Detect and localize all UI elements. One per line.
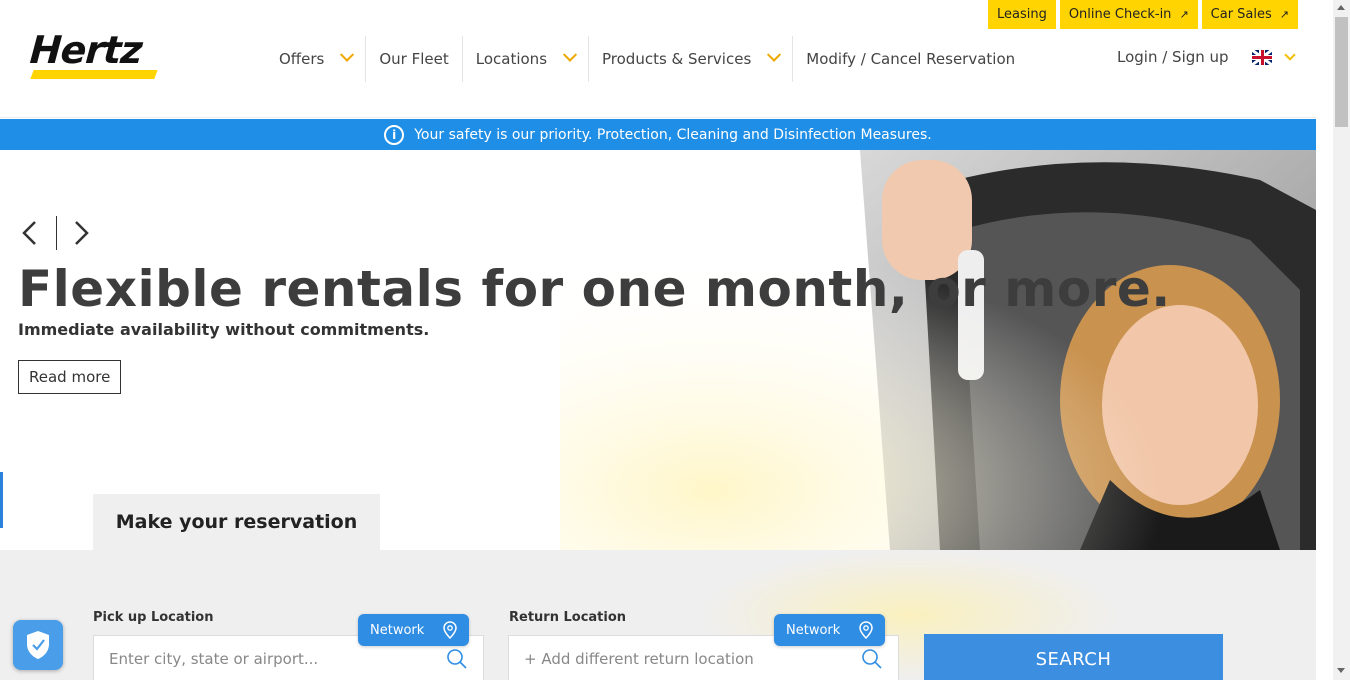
nav-products-services-label: Products & Services: [602, 50, 752, 68]
scrollbar-thumb[interactable]: [1335, 17, 1348, 127]
car-sales-link[interactable]: Car Sales ↗: [1201, 0, 1298, 29]
return-location-input[interactable]: [524, 650, 861, 668]
carousel-prev-button[interactable]: [20, 219, 40, 247]
chevron-down-icon: [340, 47, 355, 62]
shield-check-icon: [27, 631, 49, 659]
logo-text: Hertz: [28, 28, 144, 72]
nav-offers[interactable]: Offers: [266, 36, 365, 82]
hero-carousel: Flexible rentals for one month, or more.…: [0, 150, 1316, 550]
nav-offers-label: Offers: [279, 50, 325, 68]
pickup-network-button[interactable]: Network: [358, 614, 469, 646]
map-pin-icon: [859, 621, 873, 639]
uk-flag-icon: [1252, 50, 1272, 65]
nav-locations[interactable]: Locations: [461, 36, 588, 82]
search-button[interactable]: SEARCH: [924, 634, 1223, 680]
online-checkin-label: Online Check-in: [1068, 7, 1172, 22]
network-label: Network: [370, 622, 425, 638]
hero-title: Flexible rentals for one month, or more.: [18, 260, 1171, 318]
utility-links: Leasing Online Check-in ↗ Car Sales ↗: [987, 0, 1298, 29]
info-icon: i: [384, 124, 405, 145]
online-checkin-link[interactable]: Online Check-in ↗: [1059, 0, 1198, 29]
pickup-location-label: Pick up Location: [93, 610, 214, 625]
chevron-down-icon: [562, 47, 578, 62]
nav-our-fleet-label: Our Fleet: [379, 50, 449, 68]
hero-photo: [560, 150, 1316, 550]
search-icon[interactable]: [446, 648, 468, 670]
side-feedback-tab[interactable]: [0, 472, 3, 528]
leasing-link[interactable]: Leasing: [987, 0, 1056, 29]
map-pin-icon: [443, 621, 457, 639]
return-location-label: Return Location: [509, 610, 627, 625]
safety-banner[interactable]: i Your safety is our priority. Protectio…: [0, 119, 1316, 150]
external-link-icon: ↗: [1279, 8, 1289, 21]
booking-panel: Pick up Location Network Return Location…: [0, 550, 1316, 680]
nav-products-services[interactable]: Products & Services: [588, 36, 792, 82]
read-more-button[interactable]: Read more: [18, 360, 122, 394]
safety-banner-text: Your safety is our priority. Protection,…: [414, 126, 932, 143]
chevron-left-icon: [22, 221, 36, 245]
scroll-up-arrow-icon[interactable]: [1337, 5, 1345, 10]
language-selector[interactable]: [1252, 49, 1296, 65]
main-nav: Offers Our Fleet Locations Products & Se…: [266, 36, 1028, 82]
chevron-right-icon: [75, 221, 89, 245]
external-link-icon: ↗: [1179, 8, 1189, 21]
nav-locations-label: Locations: [475, 50, 548, 68]
pickup-location-input[interactable]: [109, 650, 446, 668]
chevron-down-icon: [1284, 49, 1296, 61]
chevron-down-icon: [767, 47, 782, 62]
hero-subtitle: Immediate availability without commitmen…: [18, 320, 430, 339]
login-signup-link[interactable]: Login / Sign up: [1117, 48, 1229, 66]
carousel-arrows: [20, 216, 91, 250]
nav-modify-cancel-label: Modify / Cancel Reservation: [806, 50, 1016, 68]
scroll-down-arrow-icon[interactable]: [1337, 668, 1345, 673]
arrow-divider: [56, 216, 57, 250]
privacy-shield-button[interactable]: [13, 620, 63, 670]
network-label: Network: [786, 622, 841, 638]
page-scrollbar[interactable]: [1333, 0, 1350, 680]
search-icon[interactable]: [861, 648, 883, 670]
logo-underline: [30, 70, 158, 79]
return-network-button[interactable]: Network: [774, 614, 885, 646]
hertz-logo[interactable]: Hertz: [28, 28, 160, 82]
make-reservation-tab[interactable]: Make your reservation: [93, 494, 380, 550]
nav-our-fleet[interactable]: Our Fleet: [365, 36, 461, 82]
car-sales-label: Car Sales: [1210, 7, 1272, 22]
leasing-label: Leasing: [996, 7, 1047, 22]
nav-modify-cancel[interactable]: Modify / Cancel Reservation: [792, 36, 1028, 82]
carousel-next-button[interactable]: [71, 219, 91, 247]
